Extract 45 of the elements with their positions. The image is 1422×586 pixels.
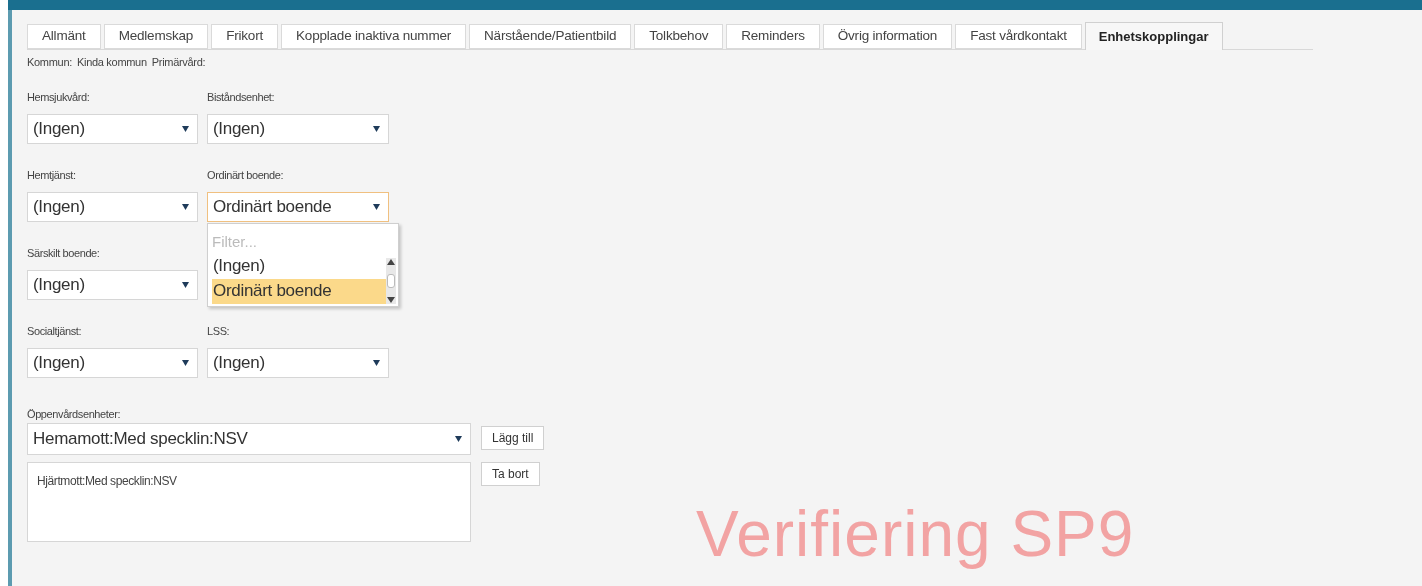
field-label: Hemsjukvård: — [27, 89, 91, 105]
remove-button[interactable]: Ta bort — [481, 461, 540, 486]
tab[interactable]: Tolkbehov — [634, 24, 724, 49]
select-field[interactable]: (Ingen) — [207, 113, 389, 144]
caret-icon — [182, 281, 189, 288]
tab[interactable]: Kopplade inaktiva nummer — [281, 24, 467, 49]
caret-icon — [182, 125, 189, 132]
tab[interactable]: Medlemskap — [103, 24, 209, 49]
tab[interactable]: Frikort — [211, 24, 278, 49]
select-field[interactable]: (Ingen) — [27, 269, 198, 300]
info-text: Kommun: — [27, 55, 72, 70]
tab[interactable]: Reminders — [726, 24, 820, 49]
select-field[interactable]: (Ingen) — [27, 113, 198, 144]
field-label: LSS: — [207, 323, 231, 339]
tab[interactable]: Närstående/Patientbild — [469, 24, 632, 49]
field-label: Biståndsenhet: — [207, 89, 276, 105]
select-field[interactable]: (Ingen) — [27, 191, 198, 222]
field-label: Socialtjänst: — [27, 323, 83, 339]
caret-icon — [373, 203, 380, 210]
scroll-up-icon[interactable] — [387, 258, 395, 265]
caret-icon — [182, 203, 189, 210]
tab[interactable]: Enhetskopplingar — [1084, 22, 1223, 50]
select-field[interactable]: Hemamott:Med specklin:NSV — [27, 422, 471, 455]
field-label: Ordinärt boende: — [207, 167, 285, 183]
dropdown-option[interactable]: Ordinärt boende — [212, 278, 386, 304]
add-button[interactable]: Lägg till — [481, 425, 545, 450]
caret-icon — [373, 125, 380, 132]
field-label: Hemtjänst: — [27, 167, 77, 183]
select-field[interactable]: (Ingen) — [207, 347, 389, 378]
field-label: Öppenvårdsenheter: — [27, 406, 122, 422]
caret-icon — [182, 359, 189, 366]
field-label: Särskilt boende: — [27, 245, 101, 261]
tab[interactable]: Allmänt — [27, 24, 101, 49]
select-field[interactable]: Ordinärt boende — [207, 191, 389, 222]
info-text: Kinda kommun — [77, 55, 147, 70]
list-box[interactable]: Hjärtmott:Med specklin:NSV — [27, 461, 471, 542]
caret-icon — [455, 435, 462, 442]
info-text: Primärvård: — [151, 55, 206, 70]
scroll-down-icon[interactable] — [387, 296, 395, 303]
caret-icon — [373, 359, 380, 366]
select-field[interactable]: (Ingen) — [27, 347, 198, 378]
list-item[interactable]: Hjärtmott:Med specklin:NSV — [37, 471, 461, 490]
tab[interactable]: Fast vårdkontakt — [955, 24, 1082, 49]
tab[interactable]: Övrig information — [822, 24, 953, 49]
scrollbar[interactable] — [386, 257, 396, 304]
